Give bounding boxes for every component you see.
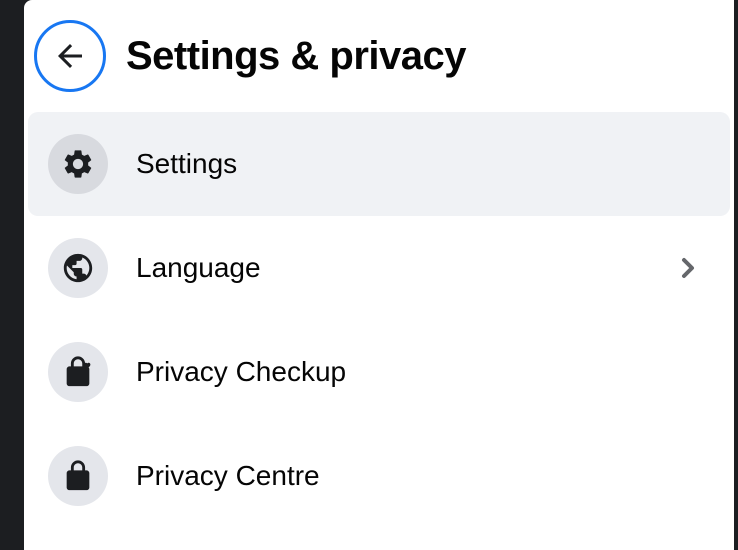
menu-list: Settings Language Privacy: [24, 112, 734, 528]
icon-circle: [48, 134, 108, 194]
menu-label: Privacy Checkup: [136, 356, 710, 388]
icon-circle: [48, 446, 108, 506]
chevron-right-icon: [672, 252, 704, 284]
arrow-left-icon: [52, 38, 88, 74]
menu-item-language[interactable]: Language: [28, 216, 730, 320]
menu-label: Privacy Centre: [136, 460, 710, 492]
icon-circle: [48, 342, 108, 402]
back-button[interactable]: [34, 20, 106, 92]
icon-circle: [48, 238, 108, 298]
menu-label: Settings: [136, 148, 710, 180]
gear-icon: [61, 147, 95, 181]
menu-item-privacy-checkup[interactable]: Privacy Checkup: [28, 320, 730, 424]
menu-label: Language: [136, 252, 644, 284]
menu-item-privacy-centre[interactable]: Privacy Centre: [28, 424, 730, 528]
settings-privacy-panel: Settings & privacy Settings Language: [24, 0, 734, 550]
menu-item-settings[interactable]: Settings: [28, 112, 730, 216]
globe-icon: [61, 251, 95, 285]
header: Settings & privacy: [24, 20, 734, 112]
lock-icon: [61, 459, 95, 493]
page-title: Settings & privacy: [126, 34, 466, 79]
lock-heart-icon: [61, 355, 95, 389]
